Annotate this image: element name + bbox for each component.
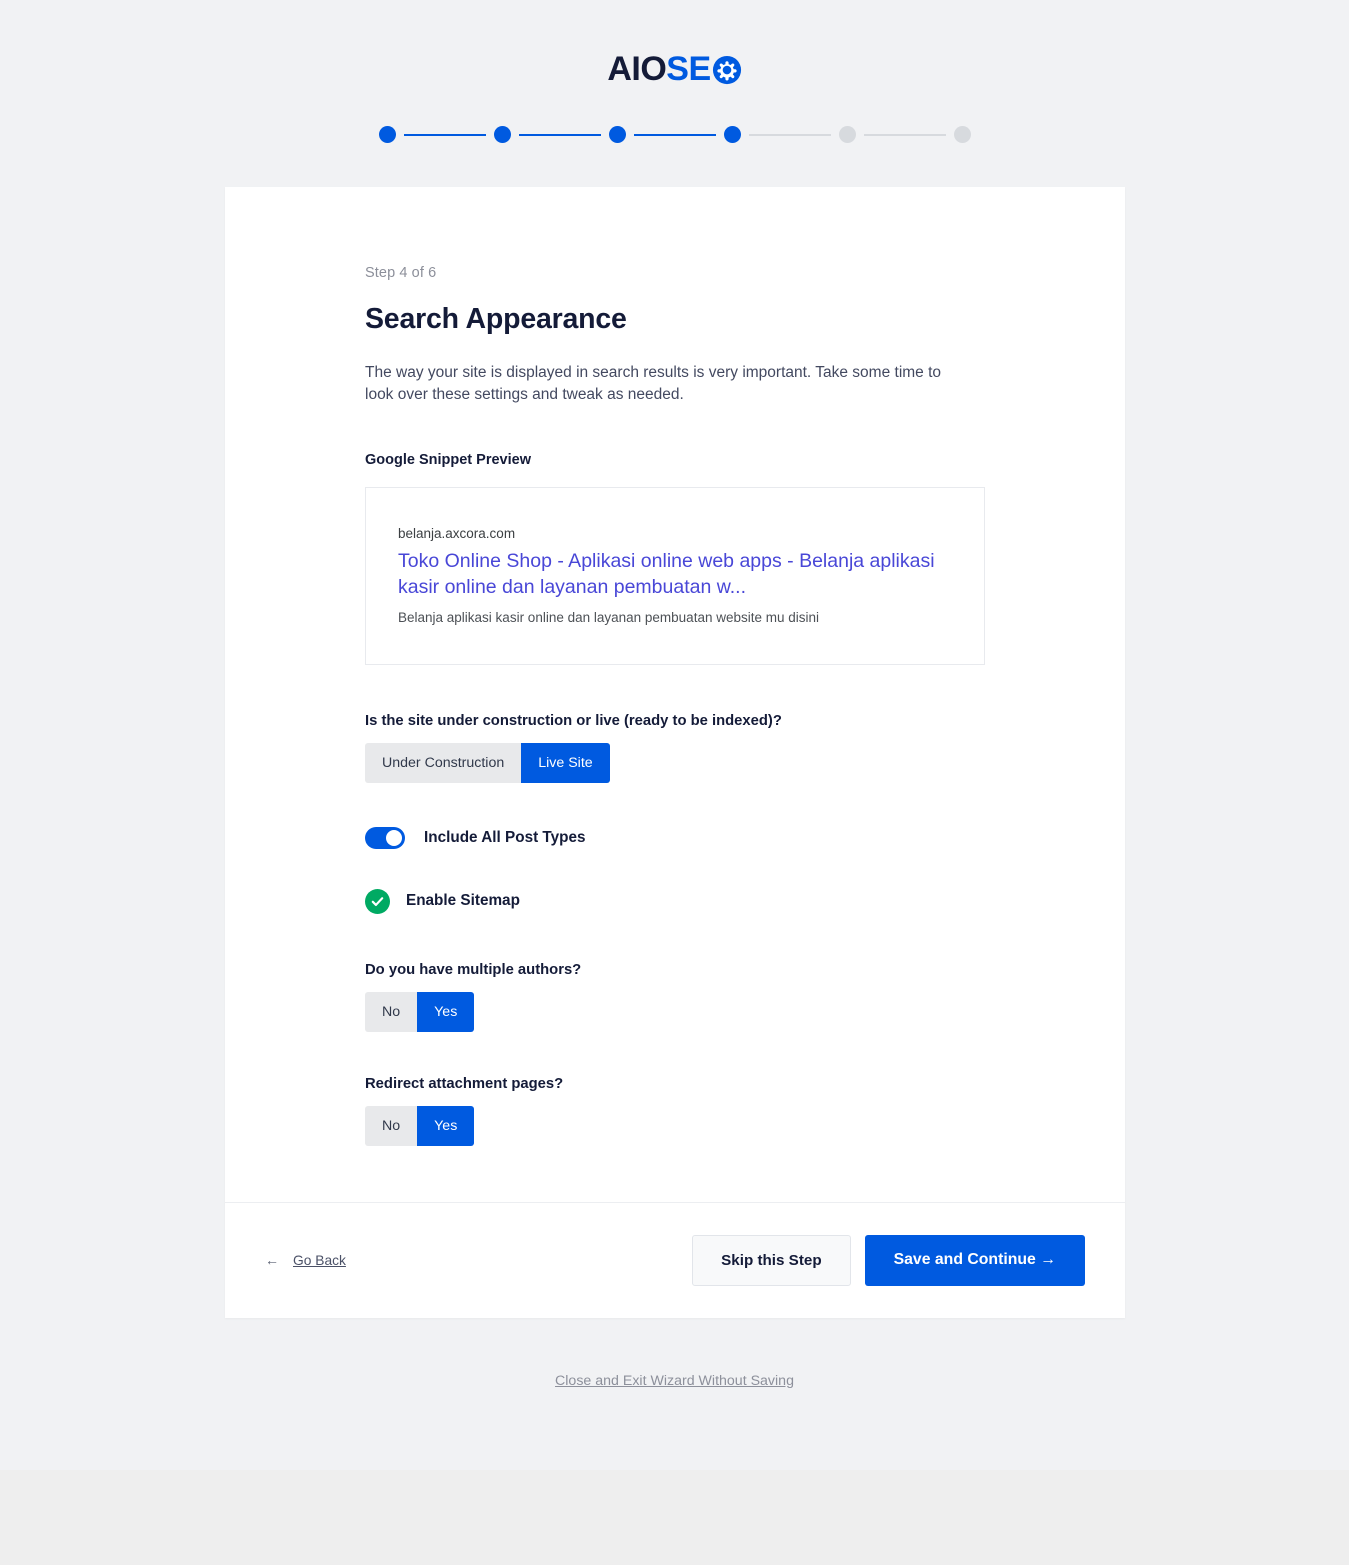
progress-dot-3[interactable] bbox=[608, 126, 626, 143]
go-back-link[interactable]: ← Go Back bbox=[265, 1252, 346, 1268]
logo-text-aio: AIO bbox=[607, 50, 667, 88]
wizard-card-body: Step 4 of 6 Search Appearance The way yo… bbox=[225, 187, 1125, 1202]
multiple-authors-option-no[interactable]: No bbox=[365, 991, 418, 1032]
snippet-url: belanja.axcora.com bbox=[398, 526, 516, 541]
progress-step-6[interactable] bbox=[953, 126, 971, 143]
wizard-card: Step 4 of 6 Search Appearance The way yo… bbox=[225, 187, 1125, 1318]
multiple-authors-label: Do you have multiple authors? bbox=[365, 961, 582, 978]
go-back-label: Go Back bbox=[293, 1252, 346, 1268]
progress-line-1 bbox=[403, 133, 486, 136]
site-status-option-live-site[interactable]: Live Site bbox=[521, 742, 610, 783]
save-and-continue-button[interactable]: Save and Continue → bbox=[864, 1234, 1085, 1286]
progress-line-3 bbox=[633, 133, 716, 136]
redirect-attachments-button-group: No Yes bbox=[365, 1105, 475, 1146]
wizard-footer: ← Go Back Skip this Step Save and Contin… bbox=[225, 1201, 1125, 1318]
google-snippet-preview: belanja.axcora.com Toko Online Shop - Ap… bbox=[365, 487, 985, 665]
progress-line-2 bbox=[518, 133, 601, 136]
progress-dot-6[interactable] bbox=[953, 126, 971, 143]
include-all-post-types-row: Include All Post Types bbox=[365, 826, 985, 849]
progress-dot-1[interactable] bbox=[378, 126, 396, 143]
check-circle-icon[interactable] bbox=[365, 888, 390, 914]
arrow-left-icon: ← bbox=[265, 1252, 279, 1269]
page-description: The way your site is displayed in search… bbox=[365, 364, 942, 403]
progress-step-1[interactable] bbox=[378, 126, 396, 143]
progress-line-4 bbox=[748, 133, 831, 136]
progress-dot-5[interactable] bbox=[838, 126, 856, 143]
site-status-label: Is the site under construction or live (… bbox=[365, 712, 782, 729]
progress-step-4[interactable] bbox=[723, 126, 741, 143]
page-title: Search Appearance bbox=[365, 303, 627, 335]
logo-text-seo: SE bbox=[666, 50, 711, 88]
progress-dot-2[interactable] bbox=[493, 126, 511, 143]
exit-wizard-wrap: Close and Exit Wizard Without Saving bbox=[0, 1372, 1349, 1390]
close-and-exit-wizard-link[interactable]: Close and Exit Wizard Without Saving bbox=[555, 1373, 794, 1389]
progress-step-5[interactable] bbox=[838, 126, 856, 143]
include-all-post-types-label: Include All Post Types bbox=[424, 828, 586, 846]
enable-sitemap-label: Enable Sitemap bbox=[406, 892, 520, 910]
progress-dot-4[interactable] bbox=[723, 126, 741, 143]
multiple-authors-option-yes[interactable]: Yes bbox=[417, 991, 475, 1032]
redirect-attachments-option-no[interactable]: No bbox=[365, 1105, 418, 1146]
step-counter: Step 4 of 6 bbox=[365, 265, 437, 281]
site-status-button-group: Under Construction Live Site bbox=[365, 742, 610, 783]
gear-icon bbox=[712, 55, 742, 85]
aioseo-logo: AIO SE bbox=[0, 52, 1349, 86]
skip-this-step-button[interactable]: Skip this Step bbox=[692, 1234, 851, 1286]
enable-sitemap-row: Enable Sitemap bbox=[365, 888, 985, 914]
progress-line-5 bbox=[863, 133, 946, 136]
include-all-post-types-toggle[interactable] bbox=[365, 826, 405, 849]
progress-step-3[interactable] bbox=[608, 126, 626, 143]
redirect-attachments-option-yes[interactable]: Yes bbox=[417, 1105, 475, 1146]
progress-step-2[interactable] bbox=[493, 126, 511, 143]
redirect-attachments-label: Redirect attachment pages? bbox=[365, 1075, 564, 1092]
snippet-preview-label: Google Snippet Preview bbox=[365, 452, 531, 468]
snippet-description: Belanja aplikasi kasir online dan layana… bbox=[398, 609, 820, 625]
progress-indicator bbox=[0, 126, 1349, 143]
multiple-authors-button-group: No Yes bbox=[365, 991, 475, 1032]
footer-actions: Skip this Step Save and Continue → bbox=[692, 1234, 1085, 1286]
wizard-page: AIO SE Step 4 of 6 Search Appearance The… bbox=[0, 0, 1349, 1565]
toggle-knob bbox=[386, 829, 402, 846]
site-status-option-under-construction[interactable]: Under Construction bbox=[365, 742, 522, 783]
bottom-background-band bbox=[0, 1470, 1349, 1565]
snippet-title[interactable]: Toko Online Shop - Aplikasi online web a… bbox=[398, 549, 952, 601]
